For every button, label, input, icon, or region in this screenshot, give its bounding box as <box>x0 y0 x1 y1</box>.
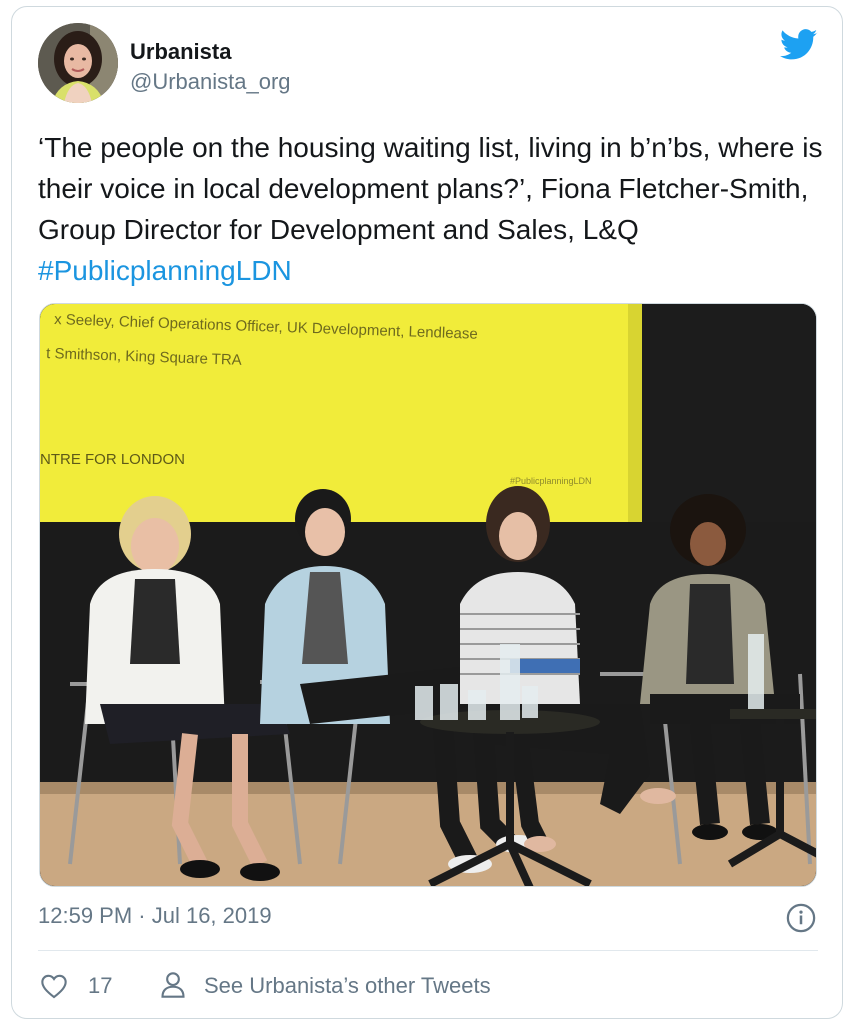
user-handle[interactable]: @Urbanista_org <box>130 69 291 95</box>
avatar[interactable] <box>38 23 118 103</box>
tweet-photo[interactable]: x Seeley, Chief Operations Officer, UK D… <box>39 303 817 887</box>
hashtag-link[interactable]: #PublicplanningLDN <box>38 255 292 286</box>
twitter-bird-icon[interactable] <box>780 29 818 61</box>
tweet-timestamp[interactable]: 12:59 PM · Jul 16, 2019 <box>38 903 272 929</box>
tweet-card: Urbanista @Urbanista_org ‘The people on … <box>11 6 843 1019</box>
heart-icon[interactable] <box>40 973 68 999</box>
person-icon <box>161 972 185 998</box>
screen-org: NTRE FOR LONDON <box>40 451 185 468</box>
see-other-tweets-link[interactable]: See Urbanista’s other Tweets <box>204 973 491 999</box>
like-count[interactable]: 17 <box>88 973 112 999</box>
screen-hashtag: #PublicplanningLDN <box>510 476 592 486</box>
display-name[interactable]: Urbanista <box>130 39 231 65</box>
tweet-text: ‘The people on the housing waiting list,… <box>38 127 828 291</box>
divider <box>38 950 818 951</box>
info-icon[interactable] <box>786 903 816 933</box>
avatar-image <box>38 23 118 103</box>
panel-photo: x Seeley, Chief Operations Officer, UK D… <box>40 304 816 886</box>
tweet-body: ‘The people on the housing waiting list,… <box>38 132 823 245</box>
